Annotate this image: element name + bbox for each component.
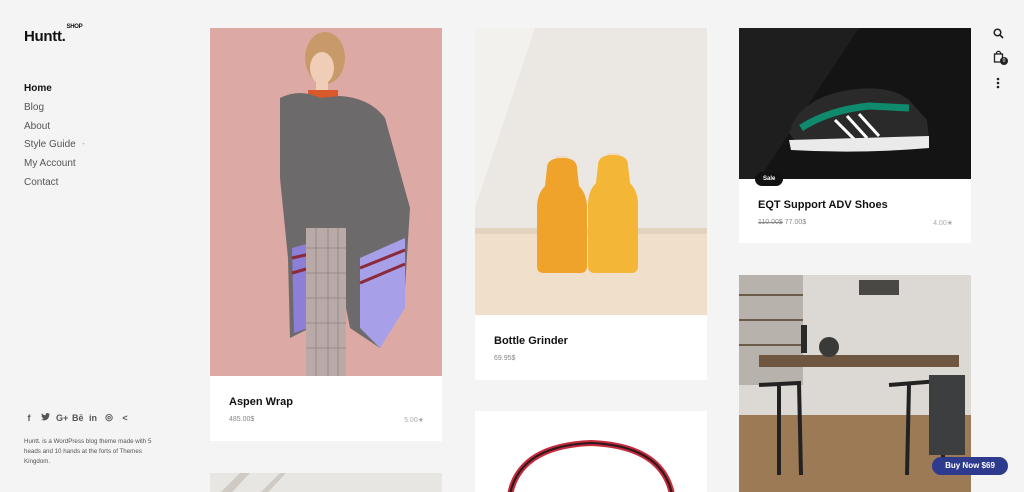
nav-item-contact[interactable]: Contact: [24, 174, 85, 193]
social-links: f G+ Bē in ◎ <: [24, 412, 130, 423]
product-info: EQT Support ADV Shoes 110.00$ 77.00$ 4.0…: [739, 179, 971, 227]
price-row: 110.00$ 77.00$ 4.00★: [758, 219, 953, 227]
nav-item-style-guide[interactable]: Style Guide +: [24, 136, 85, 155]
about-text: Huntt. is a WordPress blog theme made wi…: [24, 438, 152, 465]
price-row: 69.95$: [494, 355, 689, 362]
more-options-icon[interactable]: [992, 77, 1004, 92]
product-image[interactable]: Sale: [739, 28, 971, 186]
main-nav: Home Blog About Style Guide + My Account …: [24, 80, 85, 193]
product-image[interactable]: [210, 473, 442, 492]
product-price: 69.95$: [494, 355, 516, 362]
site-logo[interactable]: Huntt.SHOP: [24, 24, 83, 45]
facebook-icon[interactable]: f: [24, 413, 34, 423]
instagram-icon[interactable]: ◎: [104, 412, 114, 423]
price-row: 485.00$ 5.00★: [229, 416, 424, 424]
expand-icon[interactable]: +: [82, 136, 86, 155]
nav-item-blog[interactable]: Blog: [24, 99, 85, 118]
twitter-icon[interactable]: [40, 412, 50, 423]
sale-badge: Sale: [755, 172, 784, 186]
product-rating: 4.00★: [933, 220, 953, 227]
cart-count-badge: 0: [1000, 57, 1008, 65]
product-info: Bottle Grinder 69.95$: [475, 315, 707, 362]
product-info: Aspen Wrap 485.00$ 5.00★: [210, 376, 442, 424]
product-card-eqt-shoes[interactable]: Sale EQT Support ADV Shoes 110.00$ 77.00…: [739, 28, 971, 243]
product-title[interactable]: Bottle Grinder: [494, 335, 689, 347]
behance-icon[interactable]: Bē: [72, 413, 84, 423]
product-image[interactable]: [475, 411, 707, 492]
product-card-aspen-wrap[interactable]: Aspen Wrap 485.00$ 5.00★: [210, 28, 442, 441]
product-title[interactable]: EQT Support ADV Shoes: [758, 199, 953, 211]
product-card-partial[interactable]: [210, 473, 442, 492]
product-image[interactable]: [475, 28, 707, 315]
share-icon[interactable]: <: [120, 413, 130, 423]
buy-now-button[interactable]: Buy Now $69: [932, 457, 1008, 475]
search-icon[interactable]: [992, 28, 1004, 42]
google-plus-icon[interactable]: G+: [56, 413, 68, 423]
product-price: 485.00$: [229, 416, 255, 423]
product-card-partial[interactable]: [475, 411, 707, 492]
product-rating: 5.00★: [404, 417, 424, 424]
nav-item-my-account[interactable]: My Account: [24, 155, 85, 174]
product-card-bottle-grinder[interactable]: Bottle Grinder 69.95$: [475, 28, 707, 380]
product-image[interactable]: [210, 28, 442, 376]
product-title[interactable]: Aspen Wrap: [229, 396, 424, 408]
nav-item-about[interactable]: About: [24, 118, 85, 137]
product-price: 77.00$: [784, 219, 807, 226]
old-price: 110.00$: [758, 219, 783, 226]
linkedin-icon[interactable]: in: [88, 413, 98, 423]
price-group: 110.00$ 77.00$: [758, 219, 806, 227]
nav-item-home[interactable]: Home: [24, 80, 85, 99]
